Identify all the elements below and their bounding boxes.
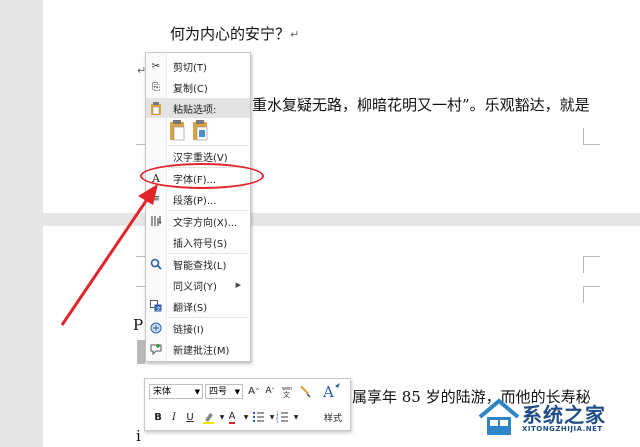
annotation-arrow-icon (60, 184, 158, 326)
watermark-subtitle: XITONGZHIJIA.NET (522, 425, 603, 433)
house-logo-icon (478, 398, 520, 435)
watermark-logo: 系统之家 XITONGZHIJIA.NET (478, 393, 638, 445)
watermark-title: 系统之家 (522, 403, 606, 427)
